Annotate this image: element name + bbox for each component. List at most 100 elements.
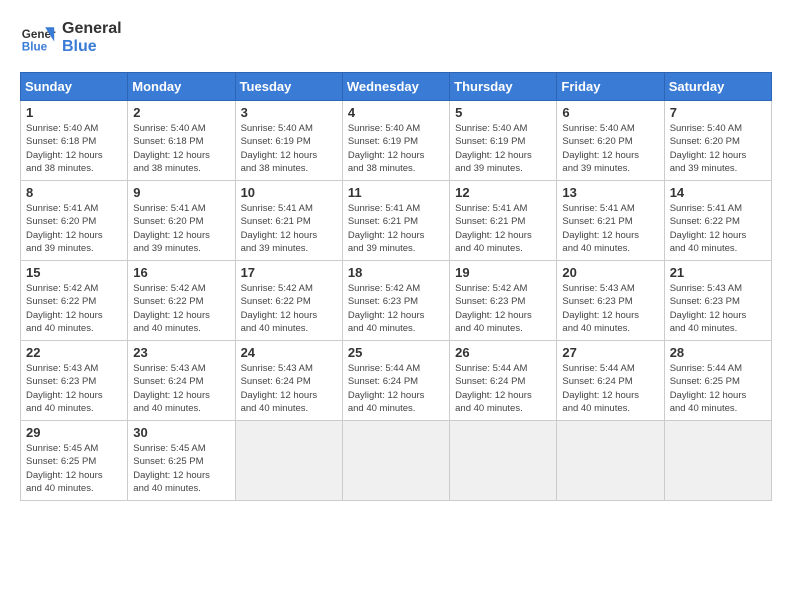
calendar-cell: 15 Sunrise: 5:42 AM Sunset: 6:22 PM Dayli… bbox=[21, 261, 128, 341]
day-info: Sunrise: 5:43 AM Sunset: 6:24 PM Dayligh… bbox=[241, 362, 337, 415]
calendar-cell: 19 Sunrise: 5:42 AM Sunset: 6:23 PM Dayli… bbox=[450, 261, 557, 341]
svg-text:Blue: Blue bbox=[22, 41, 48, 54]
day-info: Sunrise: 5:45 AM Sunset: 6:25 PM Dayligh… bbox=[133, 442, 229, 495]
day-number: 16 bbox=[133, 265, 229, 280]
calendar-cell: 20Sunrise: 5:43 AM Sunset: 6:23 PM Dayli… bbox=[557, 261, 664, 341]
calendar-cell: 24 Sunrise: 5:43 AM Sunset: 6:24 PM Dayli… bbox=[235, 341, 342, 421]
calendar-cell: 9 Sunrise: 5:41 AM Sunset: 6:20 PM Daylig… bbox=[128, 181, 235, 261]
day-number: 27 bbox=[562, 345, 658, 360]
day-number: 10 bbox=[241, 185, 337, 200]
day-info: Sunrise: 5:41 AM Sunset: 6:20 PM Dayligh… bbox=[26, 202, 122, 255]
day-info: Sunrise: 5:41 AM Sunset: 6:21 PM Dayligh… bbox=[455, 202, 551, 255]
calendar-cell bbox=[557, 421, 664, 501]
calendar-cell: 6 Sunrise: 5:40 AM Sunset: 6:20 PM Daylig… bbox=[557, 101, 664, 181]
calendar-cell: 18Sunrise: 5:42 AM Sunset: 6:23 PM Dayli… bbox=[342, 261, 449, 341]
calendar-cell: 2 Sunrise: 5:40 AM Sunset: 6:18 PM Daylig… bbox=[128, 101, 235, 181]
day-info: Sunrise: 5:44 AM Sunset: 6:24 PM Dayligh… bbox=[562, 362, 658, 415]
day-info: Sunrise: 5:40 AM Sunset: 6:18 PM Dayligh… bbox=[26, 122, 122, 175]
calendar-cell: 23 Sunrise: 5:43 AM Sunset: 6:24 PM Dayli… bbox=[128, 341, 235, 421]
calendar-week-3: 15 Sunrise: 5:42 AM Sunset: 6:22 PM Dayli… bbox=[21, 261, 772, 341]
day-number: 9 bbox=[133, 185, 229, 200]
logo: General Blue General Blue bbox=[20, 20, 122, 56]
weekday-header-tuesday: Tuesday bbox=[235, 73, 342, 101]
calendar-week-2: 8 Sunrise: 5:41 AM Sunset: 6:20 PM Daylig… bbox=[21, 181, 772, 261]
day-info: Sunrise: 5:40 AM Sunset: 6:20 PM Dayligh… bbox=[670, 122, 766, 175]
day-number: 19 bbox=[455, 265, 551, 280]
logo-icon: General Blue bbox=[20, 20, 56, 56]
calendar-cell: 26 Sunrise: 5:44 AM Sunset: 6:24 PM Dayli… bbox=[450, 341, 557, 421]
day-number: 14 bbox=[670, 185, 766, 200]
page-header: General Blue General Blue bbox=[20, 20, 772, 56]
calendar-cell bbox=[664, 421, 771, 501]
day-info: Sunrise: 5:42 AM Sunset: 6:22 PM Dayligh… bbox=[133, 282, 229, 335]
calendar-cell: 12 Sunrise: 5:41 AM Sunset: 6:21 PM Dayli… bbox=[450, 181, 557, 261]
day-number: 29 bbox=[26, 425, 122, 440]
day-number: 22 bbox=[26, 345, 122, 360]
weekday-header-sunday: Sunday bbox=[21, 73, 128, 101]
day-number: 26 bbox=[455, 345, 551, 360]
calendar-week-4: 22 Sunrise: 5:43 AM Sunset: 6:23 PM Dayli… bbox=[21, 341, 772, 421]
weekday-header-thursday: Thursday bbox=[450, 73, 557, 101]
day-number: 17 bbox=[241, 265, 337, 280]
day-number: 11 bbox=[348, 185, 444, 200]
day-number: 6 bbox=[562, 105, 658, 120]
day-number: 18 bbox=[348, 265, 444, 280]
calendar-cell: 10Sunrise: 5:41 AM Sunset: 6:21 PM Dayli… bbox=[235, 181, 342, 261]
weekday-header-wednesday: Wednesday bbox=[342, 73, 449, 101]
day-number: 7 bbox=[670, 105, 766, 120]
day-number: 25 bbox=[348, 345, 444, 360]
day-info: Sunrise: 5:40 AM Sunset: 6:19 PM Dayligh… bbox=[348, 122, 444, 175]
calendar-cell: 14Sunrise: 5:41 AM Sunset: 6:22 PM Dayli… bbox=[664, 181, 771, 261]
day-info: Sunrise: 5:44 AM Sunset: 6:25 PM Dayligh… bbox=[670, 362, 766, 415]
calendar-cell: 11Sunrise: 5:41 AM Sunset: 6:21 PM Dayli… bbox=[342, 181, 449, 261]
calendar-cell: 3Sunrise: 5:40 AM Sunset: 6:19 PM Daylig… bbox=[235, 101, 342, 181]
calendar-cell bbox=[450, 421, 557, 501]
calendar-cell: 22 Sunrise: 5:43 AM Sunset: 6:23 PM Dayli… bbox=[21, 341, 128, 421]
day-info: Sunrise: 5:43 AM Sunset: 6:23 PM Dayligh… bbox=[670, 282, 766, 335]
day-info: Sunrise: 5:40 AM Sunset: 6:18 PM Dayligh… bbox=[133, 122, 229, 175]
calendar-cell: 25 Sunrise: 5:44 AM Sunset: 6:24 PM Dayli… bbox=[342, 341, 449, 421]
calendar-cell: 5 Sunrise: 5:40 AM Sunset: 6:19 PM Daylig… bbox=[450, 101, 557, 181]
day-number: 15 bbox=[26, 265, 122, 280]
day-info: Sunrise: 5:42 AM Sunset: 6:23 PM Dayligh… bbox=[455, 282, 551, 335]
calendar-cell: 29 Sunrise: 5:45 AM Sunset: 6:25 PM Dayli… bbox=[21, 421, 128, 501]
calendar-cell: 27 Sunrise: 5:44 AM Sunset: 6:24 PM Dayli… bbox=[557, 341, 664, 421]
day-number: 5 bbox=[455, 105, 551, 120]
calendar-cell: 16 Sunrise: 5:42 AM Sunset: 6:22 PM Dayli… bbox=[128, 261, 235, 341]
day-info: Sunrise: 5:40 AM Sunset: 6:19 PM Dayligh… bbox=[455, 122, 551, 175]
calendar-week-5: 29 Sunrise: 5:45 AM Sunset: 6:25 PM Dayli… bbox=[21, 421, 772, 501]
day-info: Sunrise: 5:43 AM Sunset: 6:23 PM Dayligh… bbox=[26, 362, 122, 415]
day-info: Sunrise: 5:44 AM Sunset: 6:24 PM Dayligh… bbox=[348, 362, 444, 415]
day-info: Sunrise: 5:41 AM Sunset: 6:21 PM Dayligh… bbox=[562, 202, 658, 255]
day-number: 13 bbox=[562, 185, 658, 200]
day-info: Sunrise: 5:40 AM Sunset: 6:20 PM Dayligh… bbox=[562, 122, 658, 175]
calendar-cell: 7 Sunrise: 5:40 AM Sunset: 6:20 PM Daylig… bbox=[664, 101, 771, 181]
day-number: 12 bbox=[455, 185, 551, 200]
weekday-header-monday: Monday bbox=[128, 73, 235, 101]
day-number: 1 bbox=[26, 105, 122, 120]
day-number: 24 bbox=[241, 345, 337, 360]
day-info: Sunrise: 5:42 AM Sunset: 6:22 PM Dayligh… bbox=[241, 282, 337, 335]
calendar-cell: 30Sunrise: 5:45 AM Sunset: 6:25 PM Dayli… bbox=[128, 421, 235, 501]
day-number: 8 bbox=[26, 185, 122, 200]
calendar-table: SundayMondayTuesdayWednesdayThursdayFrid… bbox=[20, 72, 772, 501]
logo-blue: Blue bbox=[62, 38, 122, 56]
day-number: 28 bbox=[670, 345, 766, 360]
day-info: Sunrise: 5:44 AM Sunset: 6:24 PM Dayligh… bbox=[455, 362, 551, 415]
calendar-week-1: 1 Sunrise: 5:40 AM Sunset: 6:18 PM Daylig… bbox=[21, 101, 772, 181]
calendar-cell bbox=[235, 421, 342, 501]
calendar-cell: 17 Sunrise: 5:42 AM Sunset: 6:22 PM Dayli… bbox=[235, 261, 342, 341]
logo-general: General bbox=[62, 20, 122, 38]
calendar-cell bbox=[342, 421, 449, 501]
day-info: Sunrise: 5:45 AM Sunset: 6:25 PM Dayligh… bbox=[26, 442, 122, 495]
weekday-header-friday: Friday bbox=[557, 73, 664, 101]
day-number: 2 bbox=[133, 105, 229, 120]
day-info: Sunrise: 5:42 AM Sunset: 6:22 PM Dayligh… bbox=[26, 282, 122, 335]
calendar-cell: 13 Sunrise: 5:41 AM Sunset: 6:21 PM Dayli… bbox=[557, 181, 664, 261]
weekday-header-saturday: Saturday bbox=[664, 73, 771, 101]
day-number: 20 bbox=[562, 265, 658, 280]
day-info: Sunrise: 5:41 AM Sunset: 6:20 PM Dayligh… bbox=[133, 202, 229, 255]
day-number: 23 bbox=[133, 345, 229, 360]
calendar-cell: 4Sunrise: 5:40 AM Sunset: 6:19 PM Daylig… bbox=[342, 101, 449, 181]
day-info: Sunrise: 5:43 AM Sunset: 6:24 PM Dayligh… bbox=[133, 362, 229, 415]
